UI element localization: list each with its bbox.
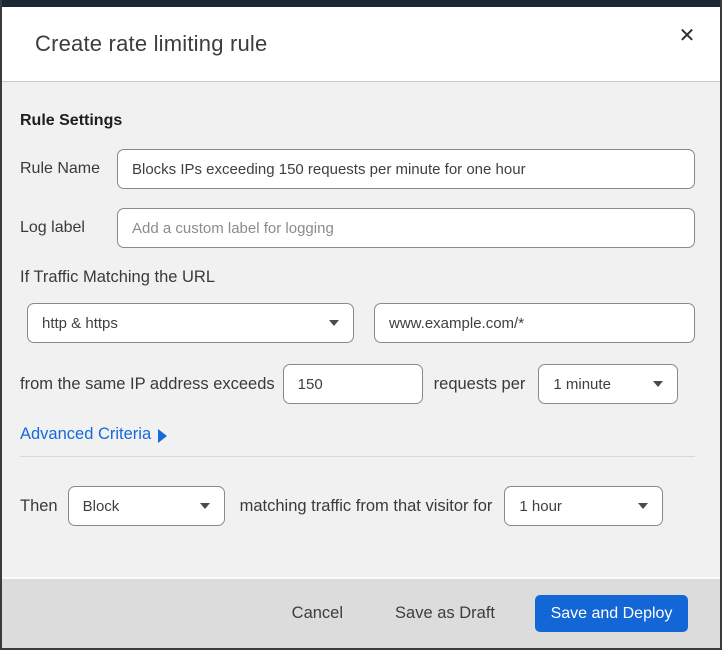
chevron-down-icon [653, 381, 664, 387]
chevron-down-icon [199, 503, 210, 509]
cancel-button[interactable]: Cancel [280, 596, 355, 631]
request-count-input[interactable] [282, 364, 423, 404]
advanced-criteria-label: Advanced Criteria [20, 425, 152, 443]
rule-name-row: Rule Name [20, 149, 695, 189]
exceeds-text: from the same IP address exceeds [20, 374, 275, 393]
chevron-right-icon [158, 428, 168, 443]
save-as-draft-button[interactable]: Save as Draft [383, 596, 507, 631]
rule-name-label: Rule Name [20, 160, 101, 177]
scheme-select-value: http & https [42, 314, 118, 332]
chevron-down-icon [329, 320, 339, 326]
period-select-value: 1 minute [553, 375, 611, 393]
dialog-footer: Cancel Save as Draft Save and Deploy [2, 577, 720, 648]
duration-select[interactable]: 1 hour [504, 486, 664, 526]
period-select[interactable]: 1 minute [538, 364, 679, 404]
threshold-row: from the same IP address exceeds request… [20, 364, 695, 404]
dialog-header: Create rate limiting rule ✕ [2, 7, 720, 81]
advanced-criteria-link[interactable]: Advanced Criteria [20, 425, 168, 444]
create-rate-limiting-rule-dialog: Create rate limiting rule ✕ Rule Setting… [0, 0, 722, 650]
scheme-select[interactable]: http & https [27, 303, 354, 343]
url-match-row: http & https [20, 303, 695, 343]
duration-select-value: 1 hour [519, 497, 562, 515]
log-label-input[interactable] [117, 208, 695, 248]
action-row: Then Block matching traffic from that vi… [20, 486, 695, 526]
url-pattern-input[interactable] [374, 303, 695, 343]
dialog-title: Create rate limiting rule [35, 31, 268, 56]
chevron-down-icon [638, 503, 649, 509]
rule-settings-heading: Rule Settings [20, 112, 123, 129]
rule-name-input[interactable] [117, 149, 695, 189]
close-icon[interactable]: ✕ [672, 21, 702, 51]
dialog-body: Rule Settings Rule Name Log label If Tra… [2, 81, 720, 577]
window-top-edge [2, 0, 720, 7]
log-label-row: Log label [20, 208, 695, 248]
duration-text: matching traffic from that visitor for [239, 496, 493, 515]
action-select-value: Block [82, 497, 120, 515]
section-divider [20, 456, 695, 457]
save-and-deploy-button[interactable]: Save and Deploy [535, 595, 688, 632]
traffic-match-heading: If Traffic Matching the URL [20, 268, 216, 286]
log-label-label: Log label [20, 219, 85, 236]
then-label: Then [20, 496, 58, 515]
action-select[interactable]: Block [67, 486, 225, 526]
requests-per-text: requests per [433, 374, 526, 393]
